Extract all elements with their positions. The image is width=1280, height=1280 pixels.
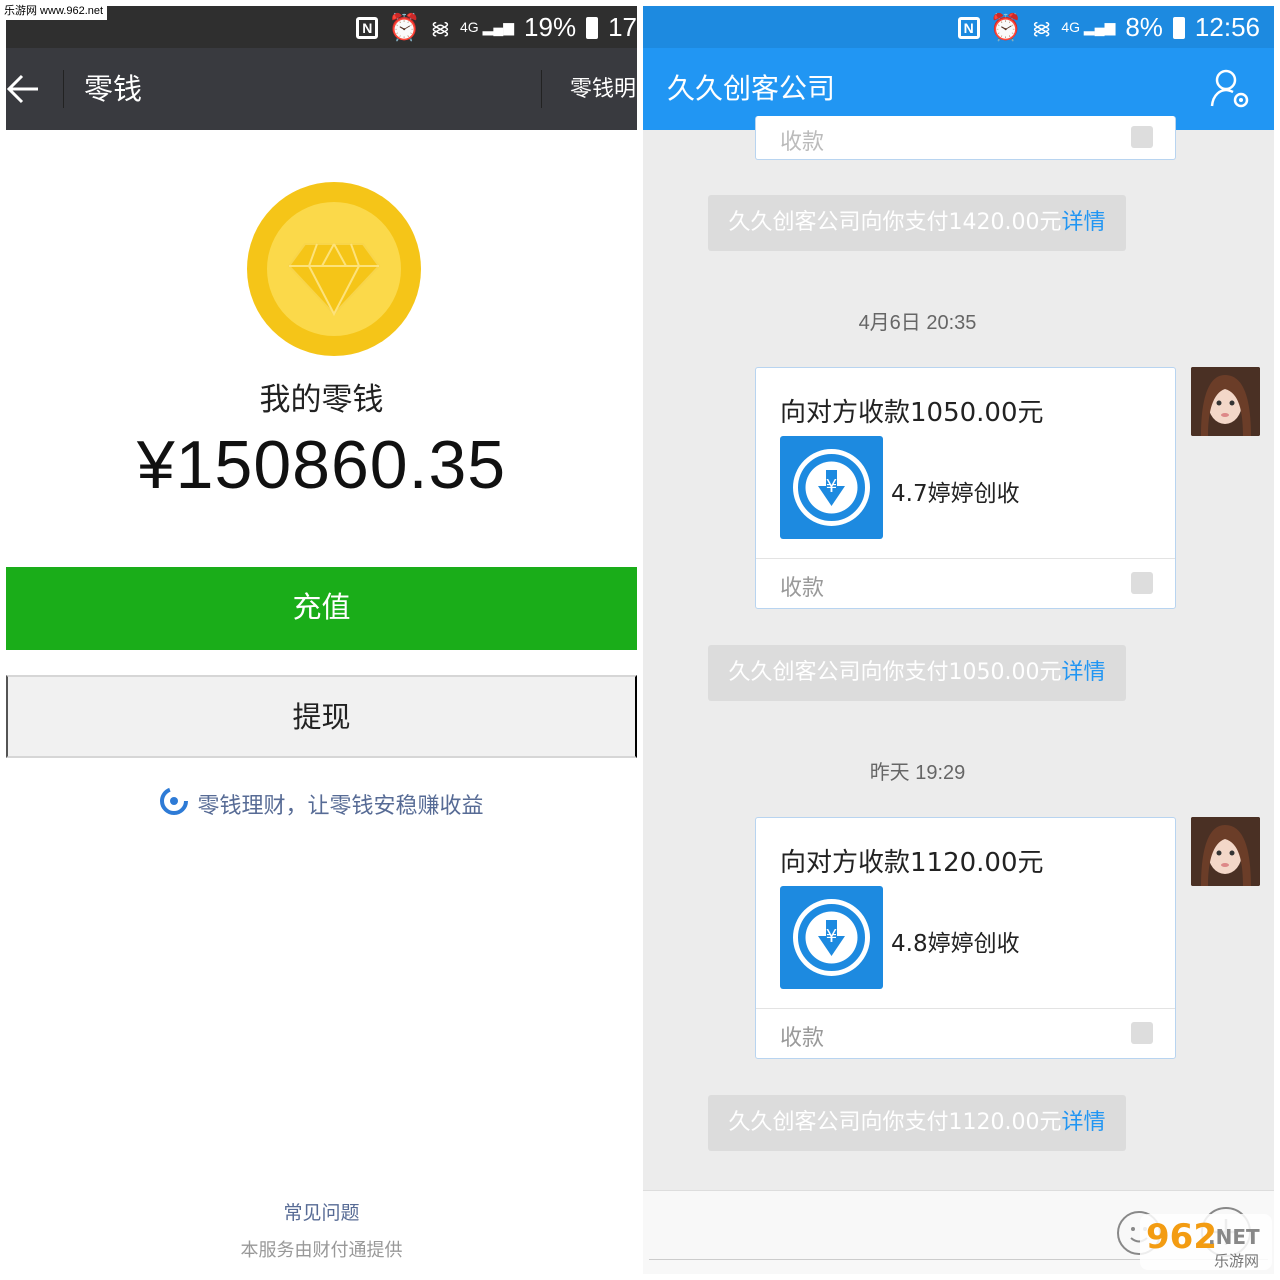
svg-text:962: 962 bbox=[1146, 1217, 1217, 1257]
status-time: 17 bbox=[608, 12, 637, 42]
card-footer: 收款 bbox=[780, 130, 825, 155]
payment-notice: 久久创客公司向你支付1050.00元详情 bbox=[708, 645, 1126, 701]
screenshot-frame: 乐游网 www.962.net N ⏰ ᯼ 4G ▂▄▆ 19% 17 零钱 零… bbox=[0, 0, 1280, 1280]
diamond-coin-icon bbox=[247, 182, 421, 356]
chat-timestamp: 4月6日 20:35 bbox=[858, 312, 977, 334]
change-details-link[interactable]: 零钱明 bbox=[570, 74, 636, 106]
alarm-icon: ⏰ bbox=[388, 12, 421, 42]
payment-notice: 久久创客公司向你支付1420.00元详情 bbox=[708, 195, 1126, 251]
finance-promo-text: 零钱理财，让零钱安稳赚收益 bbox=[197, 794, 484, 819]
back-arrow-icon[interactable] bbox=[6, 70, 40, 108]
nav-bar: 零钱 零钱明 bbox=[6, 48, 637, 130]
payment-notice: 久久创客公司向你支付1120.00元详情 bbox=[708, 1095, 1126, 1151]
watermark-text: 乐游网 www.962.net bbox=[0, 0, 108, 20]
status-bar: N ⏰ ᯼ 4G ▂▄▆ 8% 12:56 bbox=[643, 6, 1274, 48]
payment-request-card[interactable]: 向对方收款1050.00元 ¥ 4.7婷婷创收 收款 bbox=[755, 367, 1176, 609]
svg-text:.NET: .NET bbox=[1208, 1225, 1260, 1249]
payment-logo-icon bbox=[1131, 126, 1153, 148]
receive-money-icon: ¥ bbox=[780, 886, 883, 989]
user-settings-icon[interactable] bbox=[1209, 68, 1251, 110]
signal-icon: 4G ▂▄▆ bbox=[1061, 19, 1116, 35]
licaitong-icon bbox=[159, 786, 189, 822]
card-title: 向对方收款1050.00元 bbox=[780, 398, 1044, 428]
watermark-logo: 962 .NET 乐游网 bbox=[1138, 1204, 1274, 1274]
receive-money-icon: ¥ bbox=[780, 436, 883, 539]
payment-request-card[interactable]: 向对方收款1120.00元 ¥ 4.8婷婷创收 收款 bbox=[755, 817, 1176, 1059]
details-link[interactable]: 详情 bbox=[1061, 1110, 1105, 1135]
nfc-icon: N bbox=[356, 16, 379, 39]
card-subtitle: 4.7婷婷创收 bbox=[891, 481, 1020, 507]
battery-level: 8% bbox=[1125, 12, 1163, 42]
wallet-screen: N ⏰ ᯼ 4G ▂▄▆ 19% 17 零钱 零钱明 我的零钱 ¥150860.… bbox=[6, 6, 637, 1274]
svg-text:¥: ¥ bbox=[826, 926, 837, 947]
battery-icon bbox=[1172, 16, 1185, 39]
finance-promo-link[interactable]: 零钱理财，让零钱安稳赚收益 bbox=[6, 786, 637, 822]
nav-separator bbox=[541, 70, 542, 108]
card-subtitle: 4.8婷婷创收 bbox=[891, 931, 1020, 957]
withdraw-button[interactable]: 提现 bbox=[6, 675, 637, 758]
card-title: 向对方收款1120.00元 bbox=[780, 848, 1044, 878]
page-title: 零钱 bbox=[84, 72, 143, 106]
nav-separator bbox=[63, 70, 64, 108]
details-link[interactable]: 详情 bbox=[1061, 210, 1105, 235]
payment-request-card-partial[interactable]: 收款 bbox=[755, 116, 1176, 160]
svg-text:乐游网: 乐游网 bbox=[1214, 1252, 1259, 1270]
chat-title: 久久创客公司 bbox=[667, 72, 836, 105]
avatar[interactable] bbox=[1191, 817, 1260, 886]
wifi-icon: ᯼ bbox=[1032, 17, 1052, 38]
alarm-icon: ⏰ bbox=[989, 12, 1023, 42]
avatar[interactable] bbox=[1191, 367, 1260, 436]
chat-screen: N ⏰ ᯼ 4G ▂▄▆ 8% 12:56 久久创客公司 收款 久久创客公司向你… bbox=[643, 6, 1274, 1274]
card-footer: 收款 bbox=[780, 576, 825, 601]
status-time: 12:56 bbox=[1194, 12, 1260, 42]
balance-amount: ¥150860.35 bbox=[136, 427, 507, 503]
svg-text:¥: ¥ bbox=[826, 476, 837, 497]
payment-logo-icon bbox=[1131, 572, 1153, 594]
card-divider bbox=[756, 1008, 1175, 1009]
card-divider bbox=[756, 558, 1175, 559]
chat-timestamp: 昨天 19:29 bbox=[869, 762, 966, 784]
card-footer: 收款 bbox=[780, 1026, 825, 1051]
provider-note: 本服务由财付通提供 bbox=[240, 1240, 403, 1261]
payment-logo-icon bbox=[1131, 1022, 1153, 1044]
wifi-icon: ᯼ bbox=[430, 17, 450, 38]
signal-icon: 4G ▂▄▆ bbox=[460, 19, 515, 35]
faq-link[interactable]: 常见问题 bbox=[6, 1198, 637, 1225]
details-link[interactable]: 详情 bbox=[1061, 660, 1105, 685]
balance-label: 我的零钱 bbox=[259, 382, 384, 418]
recharge-button[interactable]: 充值 bbox=[6, 567, 637, 650]
nfc-icon: N bbox=[957, 16, 980, 39]
battery-icon bbox=[586, 16, 599, 39]
battery-level: 19% bbox=[524, 12, 577, 42]
